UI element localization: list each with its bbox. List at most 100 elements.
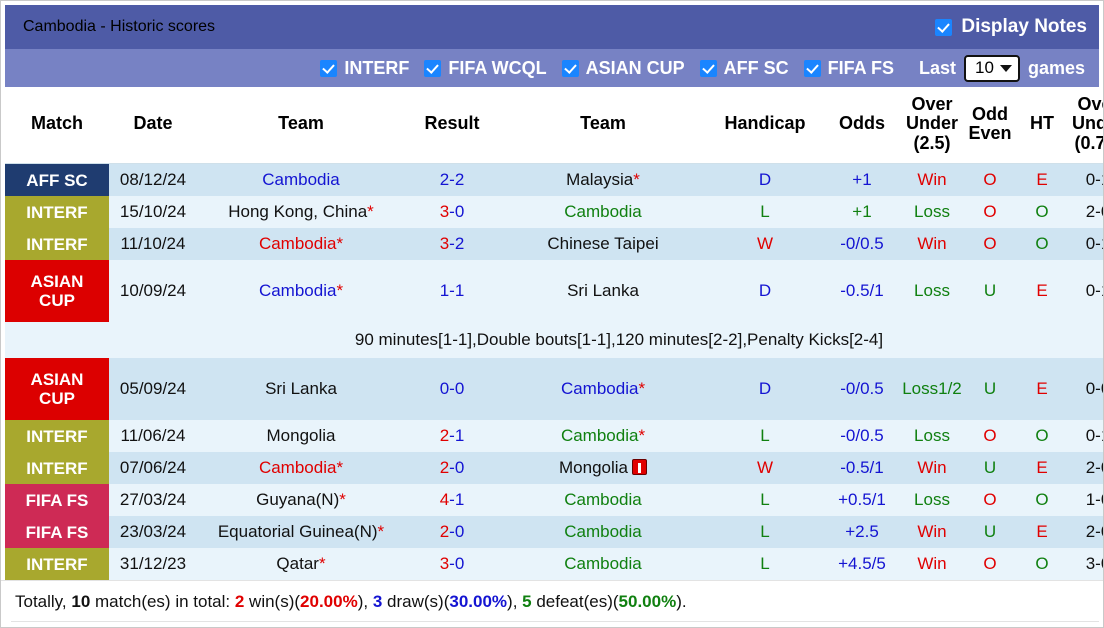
col-over-under-075[interactable]: Over Under (0.75) (1067, 87, 1103, 165)
col-handicap[interactable]: Handicap (707, 87, 823, 165)
col-line: Odd (972, 103, 1008, 124)
league-badge-cell[interactable]: FIFA FS (5, 484, 109, 517)
checkbox-icon[interactable] (424, 59, 442, 77)
odds-value: Loss (914, 281, 950, 301)
table-row[interactable]: FIFA FS 23/03/24 Equatorial Guinea(N)* 2-0 C… (5, 516, 1103, 549)
score[interactable]: 2-0 (405, 516, 499, 549)
result-value: L (760, 490, 770, 510)
checkbox-icon[interactable] (320, 59, 338, 77)
filter-aff-sc[interactable]: AFF SC (699, 58, 789, 79)
odd-even: O (1017, 196, 1067, 229)
match-date: 23/03/24 (109, 516, 197, 549)
col-date[interactable]: Date (109, 87, 197, 165)
away-team[interactable]: Cambodia* (499, 358, 707, 421)
table-row[interactable]: INTERF 15/10/24 Hong Kong, China* 3-0 Cambod… (5, 196, 1103, 229)
filter-asian-cup[interactable]: ASIAN CUP (561, 58, 685, 79)
table-row[interactable]: INTERF 11/10/24 Cambodia* 3-2 Chinese Taipei… (5, 228, 1103, 261)
home-team[interactable]: Sri Lanka (197, 358, 405, 421)
home-team[interactable]: Cambodia* (197, 228, 405, 261)
score[interactable]: 3-0 (405, 196, 499, 229)
away-team[interactable]: Sri Lanka (499, 260, 707, 323)
home-team[interactable]: Qatar* (197, 548, 405, 581)
table-row[interactable]: ASIAN CUP 05/09/24 Sri Lanka 0-0 Cambodia* D -0… (5, 358, 1103, 421)
summary-fragment: 30.00% (449, 592, 508, 612)
result-value: D (758, 281, 772, 301)
league-badge-cell[interactable]: FIFA FS (5, 516, 109, 549)
odd-even-value: E (1036, 379, 1048, 399)
home-team[interactable]: Cambodia* (197, 260, 405, 323)
filter-interf[interactable]: INTERF (320, 58, 409, 79)
over-under-25-value: O (983, 170, 997, 190)
result-value: L (760, 202, 770, 222)
chevron-down-icon[interactable] (999, 64, 1012, 72)
checkbox-icon[interactable] (699, 59, 717, 77)
col-match[interactable]: Match (5, 87, 109, 165)
display-notes-toggle[interactable]: Display Notes (935, 16, 1087, 38)
score[interactable]: 3-2 (405, 228, 499, 261)
score[interactable]: 2-1 (405, 420, 499, 453)
league-badge-cell[interactable]: INTERF (5, 228, 109, 261)
historic-scores-page: Cambodia - Historic scores Display Notes… (0, 0, 1104, 628)
summary-block: Totally, 10 match(es) in total: 2 win(s)… (11, 588, 1099, 627)
odds: Loss1/2 (901, 358, 963, 421)
league-badge: ASIAN CUP (5, 358, 109, 421)
away-team[interactable]: Cambodia* (499, 420, 707, 453)
league-badge-cell[interactable]: INTERF (5, 548, 109, 581)
col-away-team[interactable]: Team (499, 87, 707, 165)
score[interactable]: 2-2 (405, 163, 499, 197)
table-row[interactable]: INTERF 07/06/24 Cambodia* 2-0 Mongolia W -0.5/… (5, 452, 1103, 485)
score-away: -0 (449, 202, 465, 222)
odd-even: O (1017, 420, 1067, 453)
league-badge-cell[interactable]: INTERF (5, 420, 109, 453)
score[interactable]: 1-1 (405, 260, 499, 323)
ht-score: 0-1 (1067, 163, 1103, 197)
home-team[interactable]: Cambodia (197, 163, 405, 197)
away-team[interactable]: Cambodia (499, 484, 707, 517)
filter-label: INTERF (344, 57, 410, 78)
table-row[interactable]: INTERF 11/06/24 Mongolia 2-1 Cambodia* L -0/0.… (5, 420, 1103, 453)
table-row[interactable]: ASIAN CUP 10/09/24 Cambodia* 1-1 Sri Lanka D -0… (5, 260, 1103, 323)
col-odd-even[interactable]: Odd Even (963, 87, 1017, 165)
summary-line-total: Totally, 10 match(es) in total: 2 win(s)… (11, 588, 1099, 615)
col-odds[interactable]: Odds (823, 87, 901, 165)
team-name: Cambodia (564, 554, 642, 574)
score[interactable]: 3-0 (405, 548, 499, 581)
filter-fifa-fs[interactable]: FIFA FS (803, 58, 894, 79)
col-over-under-25[interactable]: Over Under (2.5) (901, 87, 963, 165)
away-team[interactable]: Cambodia (499, 196, 707, 229)
score-away: -2 (449, 170, 465, 190)
table-row[interactable]: FIFA FS 27/03/24 Guyana(N)* 4-1 Cambodia L +0.… (5, 484, 1103, 517)
col-home-team[interactable]: Team (197, 87, 405, 165)
table-row[interactable]: AFF SC 08/12/24 Cambodia 2-2 Malaysia* D +1 Win… (5, 163, 1103, 197)
away-team[interactable]: Cambodia (499, 516, 707, 549)
home-team[interactable]: Equatorial Guinea(N)* (197, 516, 405, 549)
away-team[interactable]: Cambodia (499, 548, 707, 581)
league-badge-cell[interactable]: ASIAN CUP (5, 260, 109, 323)
away-team[interactable]: Mongolia (499, 452, 707, 485)
summary-fragment: 50.00% (618, 592, 677, 612)
last-games-select[interactable]: 10 (964, 54, 1020, 82)
league-badge-cell[interactable]: INTERF (5, 452, 109, 485)
result: L (707, 516, 823, 549)
col-ht[interactable]: HT (1017, 87, 1067, 165)
score[interactable]: 4-1 (405, 484, 499, 517)
checkbox-icon[interactable] (561, 59, 579, 77)
filter-fifa-wcql[interactable]: FIFA WCQL (424, 58, 547, 79)
score[interactable]: 0-0 (405, 358, 499, 421)
home-team[interactable]: Guyana(N)* (197, 484, 405, 517)
away-team[interactable]: Chinese Taipei (499, 228, 707, 261)
league-badge-cell[interactable]: ASIAN CUP (5, 358, 109, 421)
score[interactable]: 2-0 (405, 452, 499, 485)
home-team[interactable]: Hong Kong, China* (197, 196, 405, 229)
home-team[interactable]: Mongolia (197, 420, 405, 453)
match-date-value: 10/09/24 (119, 281, 187, 301)
home-team[interactable]: Cambodia* (197, 452, 405, 485)
col-result[interactable]: Result (405, 87, 499, 165)
display-notes-checkbox-icon[interactable] (935, 18, 953, 36)
table-row[interactable]: INTERF 31/12/23 Qatar* 3-0 Cambodia L +4.5/5 Wi… (5, 548, 1103, 581)
league-badge-cell[interactable]: AFF SC (5, 163, 109, 197)
away-team[interactable]: Malaysia* (499, 163, 707, 197)
checkbox-icon[interactable] (803, 59, 821, 77)
league-badge-cell[interactable]: INTERF (5, 196, 109, 229)
handicap: +4.5/5 (823, 548, 901, 581)
